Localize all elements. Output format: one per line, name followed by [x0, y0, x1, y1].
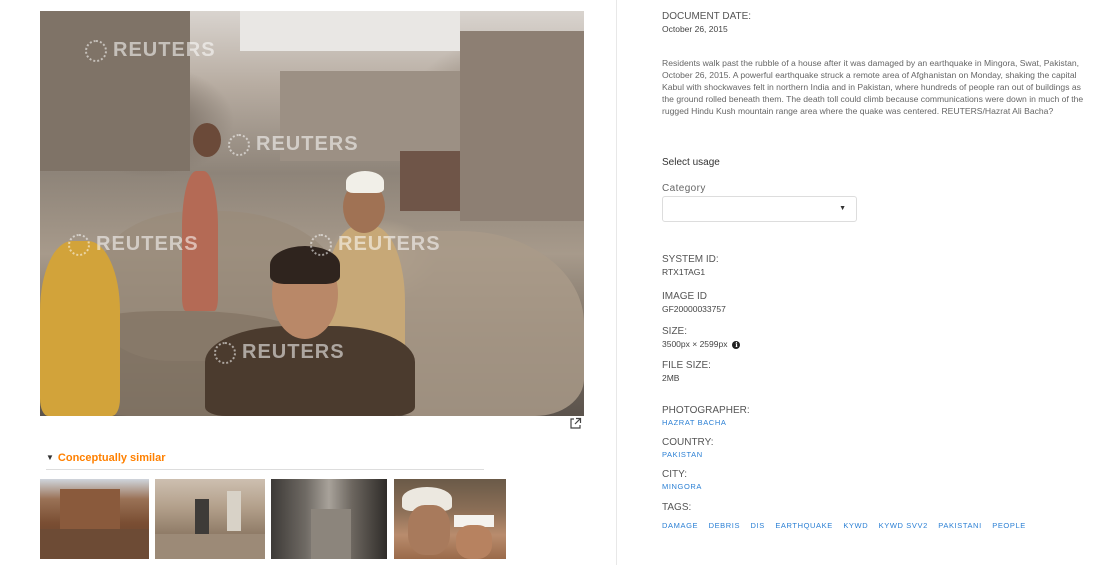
photo-sky	[240, 11, 460, 51]
file-size-label: FILE SIZE:	[662, 360, 711, 371]
photo-person-head	[346, 171, 384, 193]
file-size-value: 2MB	[662, 373, 680, 383]
similar-thumbnail[interactable]	[271, 479, 387, 559]
image-id-value: GF20000033757	[662, 304, 726, 314]
size-value-row: 3500px × 2599px i	[662, 339, 741, 349]
watermark: REUTERS	[85, 39, 216, 62]
external-link-icon[interactable]	[569, 417, 582, 430]
photographer-label: PHOTOGRAPHER:	[662, 405, 750, 416]
main-photo[interactable]: REUTERS REUTERS REUTERS REUTERS REUTERS	[40, 11, 584, 416]
watermark: REUTERS	[214, 341, 345, 364]
photo-person	[40, 241, 120, 416]
category-select[interactable]: ▼	[662, 196, 857, 222]
thumb-detail	[408, 505, 450, 555]
size-label: SIZE:	[662, 326, 688, 337]
image-caption: Residents walk past the rubble of a hous…	[662, 58, 1084, 117]
photo-wall	[400, 151, 460, 211]
photo-person	[205, 326, 415, 416]
tag-list: DAMAGE DEBRIS DIS EARTHQUAKE KYWD KYWD S…	[662, 515, 1082, 533]
info-icon[interactable]: i	[732, 341, 741, 349]
thumb-detail	[227, 491, 241, 531]
document-date-value: October 26, 2015	[662, 24, 728, 34]
similar-thumbnail[interactable]	[40, 479, 149, 559]
tag-link[interactable]: KYWD	[843, 521, 868, 530]
thumb-detail	[311, 509, 351, 559]
tag-link[interactable]: DEBRIS	[709, 521, 741, 530]
thumb-detail	[60, 489, 120, 534]
watermark: REUTERS	[68, 233, 199, 256]
watermark: REUTERS	[310, 233, 441, 256]
conceptually-similar-label: Conceptually similar	[57, 452, 166, 464]
thumb-detail	[456, 525, 492, 559]
city-link[interactable]: MINGORA	[662, 482, 702, 491]
conceptually-similar-toggle[interactable]: ▼ Conceptually similar	[46, 452, 484, 470]
image-id-label: IMAGE ID	[662, 291, 708, 302]
similar-thumbnail[interactable]	[394, 479, 506, 559]
system-id-value: RTX1TAG1	[662, 267, 706, 277]
tag-link[interactable]: DIS	[751, 521, 765, 530]
photo-wall	[460, 31, 584, 221]
system-id-label: SYSTEM ID:	[662, 254, 719, 265]
city-label: CITY:	[662, 469, 688, 480]
photo-person-head	[193, 123, 221, 157]
photo-wall	[40, 11, 190, 171]
select-usage-heading: Select usage	[662, 157, 720, 168]
thumb-detail	[40, 529, 149, 559]
tag-link[interactable]: PEOPLE	[992, 521, 1026, 530]
tag-link[interactable]: KYWD SVV2	[879, 521, 928, 530]
country-link[interactable]: PAKISTAN	[662, 450, 703, 459]
tags-label: TAGS:	[662, 502, 692, 513]
country-label: COUNTRY:	[662, 437, 714, 448]
category-label: Category	[662, 183, 706, 194]
caret-down-icon: ▼	[46, 453, 54, 462]
tag-link[interactable]: PAKISTANI	[938, 521, 981, 530]
thumb-detail	[155, 534, 265, 559]
document-date-label: DOCUMENT DATE:	[662, 11, 752, 22]
tag-link[interactable]: EARTHQUAKE	[775, 521, 833, 530]
tag-link[interactable]: DAMAGE	[662, 521, 698, 530]
thumb-detail	[195, 499, 209, 534]
chevron-down-icon: ▼	[839, 205, 846, 212]
watermark: REUTERS	[228, 133, 359, 156]
column-divider	[616, 0, 617, 565]
size-value: 3500px × 2599px	[662, 339, 728, 349]
photographer-link[interactable]: HAZRAT BACHA	[662, 418, 726, 427]
similar-thumbnail[interactable]	[155, 479, 265, 559]
